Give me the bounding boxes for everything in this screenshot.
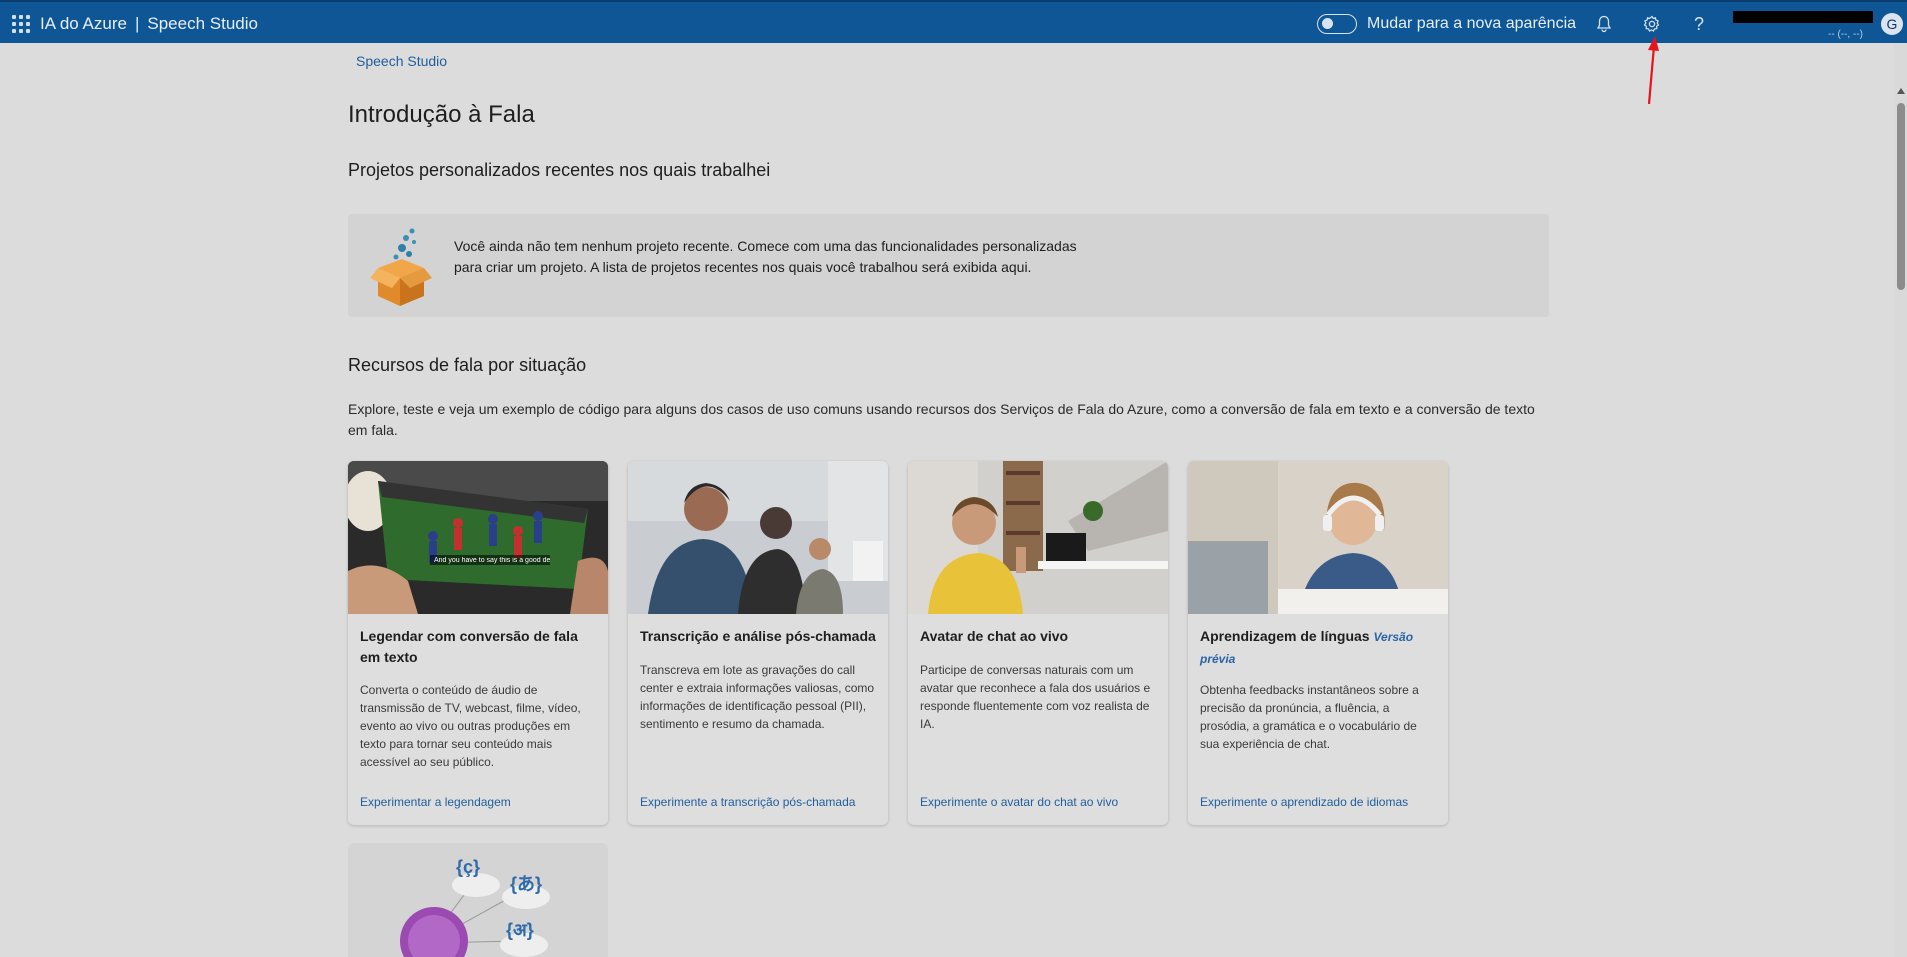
try-avatar-link[interactable]: Experimente o avatar do chat ao vivo [920,795,1118,809]
resources-intro: Explore, teste e veja um exemplo de códi… [348,401,1535,438]
gear-icon[interactable] [1641,13,1663,35]
recent-projects-title: Projetos personalizados recentes nos qua… [348,160,771,180]
empty-message: Você ainda não tem nenhum projeto recent… [454,238,1077,275]
scenario-card-avatar[interactable]: Avatar de chat ao vivo Participe de conv… [908,461,1168,825]
try-post-call-link[interactable]: Experimente a transcrição pós-chamada [640,795,855,809]
breadcrumb[interactable]: Speech Studio [356,53,447,69]
page-title: Introdução à Fala [348,101,535,128]
toggle-label: Mudar para a nova aparência [1367,15,1577,32]
brand-product[interactable]: Speech Studio [147,14,258,33]
card-description: Converta o conteúdo de áudio de transmis… [360,683,581,769]
toggle-switch[interactable] [1317,14,1357,34]
card-title: Transcrição e análise pós-chamada [640,628,876,644]
card-description: Obtenha feedbacks instantâneos sobre a p… [1200,683,1419,751]
glyph-devanagari: {अ} [506,920,534,940]
bell-icon[interactable] [1593,13,1615,35]
scenario-card-captioning[interactable]: And you have to say this is a good defen… [348,461,608,825]
account-directory: -- (--, --) [1828,29,1863,40]
glyph-a: {あ} [510,874,543,894]
scroll-up-icon[interactable] [1897,88,1905,94]
scrollbar-thumb[interactable] [1897,103,1905,290]
brand-app[interactable]: IA do Azure [40,14,127,33]
scenario-card-language-learning[interactable]: Aprendizagem de línguas Versão prévia Ob… [1188,461,1448,825]
language-learning-image [1188,461,1448,614]
card-title: Avatar de chat ao vivo [920,628,1069,644]
try-captioning-link[interactable]: Experimentar a legendagem [360,795,511,809]
card-title: Legendar com conversão de fala em texto [360,628,578,665]
brand[interactable]: IA do Azure | Speech Studio [40,14,258,34]
top-bar: IA do Azure | Speech Studio Mudar para a n… [0,0,1907,43]
card-description: Transcreva em lote as gravações do call … [640,663,875,731]
new-look-toggle[interactable]: Mudar para a nova aparência [1317,14,1576,34]
captioning-image: And you have to say this is a good defen… [348,461,608,614]
avatar[interactable]: G [1881,13,1903,35]
card-description: Participe de conversas naturais com um a… [920,663,1151,731]
open-box-icon [370,228,432,306]
app-launcher-icon[interactable] [12,15,30,33]
scenario-card-post-call[interactable]: Transcrição e análise pós-chamada Transc… [628,461,888,825]
glyph-c: {ç} [456,857,481,877]
resources-title: Recursos de fala por situação [348,355,587,375]
card-title-text: Aprendizagem de línguas [1200,628,1370,644]
recent-projects-empty: Você ainda não tem nenhum projeto recent… [348,214,1549,317]
scenario-card-translation[interactable]: {ç} {あ} {अ} [348,843,608,957]
brand-separator: | [134,14,140,33]
help-icon[interactable]: ? [1688,13,1710,35]
try-language-learning-link[interactable]: Experimente o aprendizado de idiomas [1200,795,1408,809]
call-center-image [628,461,888,614]
redacted-account-name [1733,11,1873,23]
avatar-chat-image [908,461,1168,614]
card-title: Aprendizagem de línguas Versão prévia [1200,626,1436,670]
caption-overlay: And you have to say this is a good defen… [434,557,550,564]
annotation-arrow [1647,36,1659,105]
